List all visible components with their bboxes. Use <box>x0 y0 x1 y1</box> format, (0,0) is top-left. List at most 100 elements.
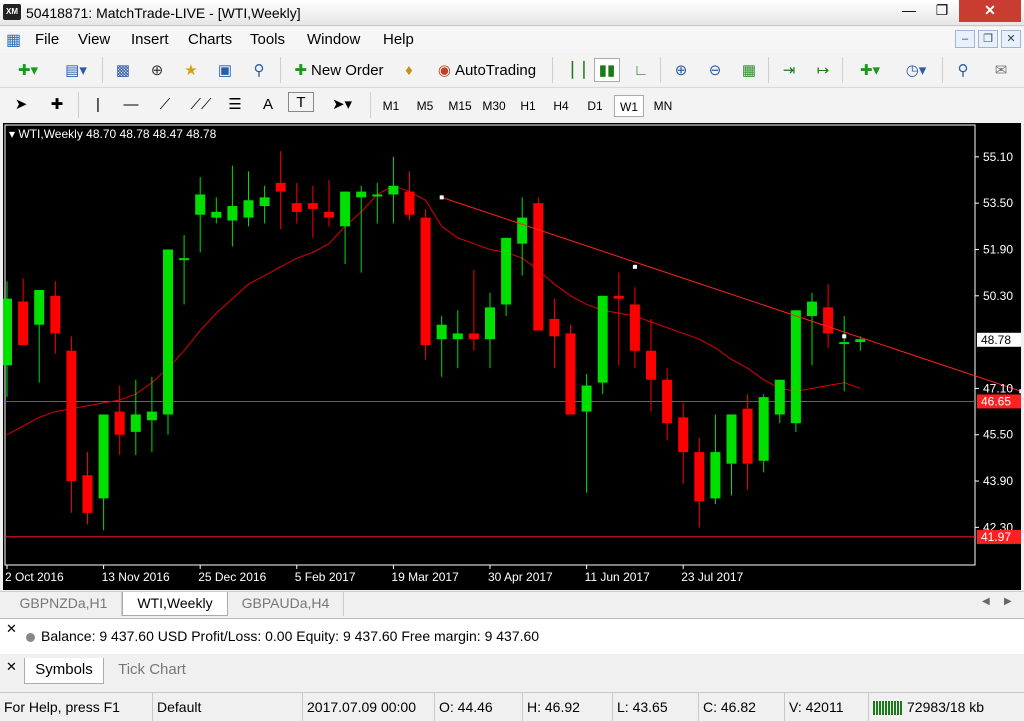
close-button[interactable]: ✕ <box>959 0 1021 22</box>
auto-scroll-icon[interactable]: ↦ <box>810 58 836 82</box>
timeframe-d1[interactable]: D1 <box>582 95 608 117</box>
app-logo-icon: XM <box>3 4 21 20</box>
candle-body <box>163 249 173 415</box>
balance-status-icon <box>26 632 35 642</box>
arrows-icon[interactable]: ➤▾ <box>322 92 362 116</box>
horizontal-line-icon[interactable]: — <box>118 92 144 116</box>
new-order-button[interactable]: ✚ New Order <box>288 58 390 82</box>
candle-body <box>758 397 769 461</box>
date-tick-label: 30 Apr 2017 <box>488 570 553 584</box>
periods-clock-icon[interactable]: ◷▾ <box>896 58 936 82</box>
chart-shift-icon[interactable]: ⇥ <box>776 58 802 82</box>
menu-charts[interactable]: Charts <box>188 31 232 48</box>
autotrading-button[interactable]: ◉ AutoTrading <box>430 58 544 82</box>
timeframe-h1[interactable]: H1 <box>515 95 541 117</box>
chat-icon[interactable]: ✉ <box>986 58 1016 82</box>
tab-tick-chart[interactable]: Tick Chart <box>108 658 196 684</box>
new-chart-icon[interactable]: ✚▾ <box>8 58 48 82</box>
date-tick-label: 13 Nov 2016 <box>102 570 170 584</box>
candle-body <box>66 350 77 482</box>
candle-body <box>726 414 737 464</box>
zoom-out-icon[interactable]: ⊖ <box>702 58 728 82</box>
profiles-icon[interactable]: ▤▾ <box>56 58 96 82</box>
candle-body <box>613 295 624 299</box>
terminal-close-icon[interactable]: ✕ <box>6 621 17 637</box>
navigator-close-icon[interactable]: ✕ <box>6 659 17 675</box>
timeframe-m5[interactable]: M5 <box>412 95 438 117</box>
navigator-star-icon[interactable]: ★ <box>178 58 204 82</box>
status-high: H: 46.92 <box>522 693 610 721</box>
menu-tools[interactable]: Tools <box>250 31 285 48</box>
child-restore-button[interactable]: ❐ <box>978 30 998 48</box>
tab-scroll-left-icon[interactable]: ◀ <box>982 596 990 607</box>
tab-wti-weekly[interactable]: WTI,Weekly <box>122 592 228 616</box>
candle-body <box>275 182 286 192</box>
candlestick-chart-icon[interactable]: ▮▮ <box>594 58 620 82</box>
timeframe-m30[interactable]: M30 <box>479 95 509 117</box>
text-tool-icon[interactable]: A <box>256 92 280 116</box>
maximize-button[interactable]: ❐ <box>925 0 959 22</box>
tab-symbols[interactable]: Symbols <box>24 658 104 684</box>
bar-chart-icon[interactable]: ▕▕ <box>560 58 586 82</box>
crosshair-icon[interactable]: ✚ <box>42 92 72 116</box>
vertical-line-icon[interactable]: | <box>86 92 110 116</box>
timeframe-w1[interactable]: W1 <box>614 95 644 117</box>
price-tick-label: 53.50 <box>983 196 1013 210</box>
text-label-icon[interactable]: T <box>288 92 314 112</box>
date-tick-label: 23 Jul 2017 <box>681 570 743 584</box>
candle-body <box>146 411 157 421</box>
fibonacci-icon[interactable]: ☰ <box>222 92 248 116</box>
candle-body <box>179 258 190 261</box>
candle-body <box>307 203 318 209</box>
indicators-icon[interactable]: ✚▾ <box>850 58 890 82</box>
moving-average-line <box>6 185 861 436</box>
candle-body <box>227 206 238 221</box>
equidistant-channel-icon[interactable]: ⟋⟋ <box>186 92 216 116</box>
trendline-anchor <box>842 334 847 339</box>
child-close-button[interactable]: ✕ <box>1001 30 1021 48</box>
trendline-icon[interactable]: ⟋ <box>152 92 178 116</box>
candle-body <box>549 318 560 337</box>
tab-scroll-right-icon[interactable]: ▶ <box>1004 596 1012 607</box>
status-profile[interactable]: Default <box>152 693 300 721</box>
zoom-in-icon[interactable]: ⊕ <box>668 58 694 82</box>
child-minimize-button[interactable]: – <box>955 30 975 48</box>
strategy-tester-icon[interactable]: ⚲ <box>246 58 272 82</box>
tab-gbpnzda-h1[interactable]: GBPNZDa,H1 <box>6 592 122 616</box>
candlestick-chart[interactable]: 55.1053.5051.9050.3047.1045.5043.9042.30… <box>3 123 1021 590</box>
chart-tabs: GBPNZDa,H1 WTI,Weekly GBPAUDa,H4 ◀ ▶ <box>0 591 1024 616</box>
tab-gbpauda-h4[interactable]: GBPAUDa,H4 <box>228 592 344 616</box>
chart-window-icon[interactable]: ▦ <box>6 30 26 49</box>
menu-window[interactable]: Window <box>307 31 360 48</box>
menu-file[interactable]: File <box>35 31 59 48</box>
new-order-label: New Order <box>311 61 384 79</box>
candle-body <box>340 191 351 227</box>
timeframe-m1[interactable]: M1 <box>378 95 404 117</box>
search-icon[interactable]: ⚲ <box>950 58 976 82</box>
candle-body <box>678 417 689 453</box>
tile-windows-icon[interactable]: ▦ <box>736 58 762 82</box>
candle-body <box>356 191 367 198</box>
chart-collapse-icon[interactable]: ▾ <box>9 127 15 141</box>
market-watch-icon[interactable]: ▩ <box>110 58 136 82</box>
terminal-icon[interactable]: ▣ <box>212 58 238 82</box>
cursor-icon[interactable]: ➤ <box>8 92 34 116</box>
timeframe-mn[interactable]: MN <box>649 95 677 117</box>
drawing-toolbar: ➤ ✚ | — ⟋ ⟋⟋ ☰ A T ➤▾ <box>0 87 1024 121</box>
timeframe-h4[interactable]: H4 <box>548 95 574 117</box>
menu-insert[interactable]: Insert <box>131 31 169 48</box>
crosshair-navigator-icon[interactable]: ⊕ <box>144 58 170 82</box>
candle-body <box>597 295 608 383</box>
line-chart-icon[interactable]: ∟ <box>628 58 654 82</box>
autotrading-label: AutoTrading <box>454 61 537 79</box>
metaeditor-icon[interactable]: ♦ <box>396 58 422 82</box>
minimize-button[interactable]: — <box>893 0 925 22</box>
menu-help[interactable]: Help <box>383 31 414 48</box>
candle-body <box>114 411 125 435</box>
timeframe-m15[interactable]: M15 <box>445 95 475 117</box>
chart-area[interactable]: 55.10 53.50 51.90 50.30 47.10 45.50 43.90 42.30… <box>3 123 1021 590</box>
menu-view[interactable]: View <box>78 31 110 48</box>
status-connection[interactable]: 72983/18 kb <box>868 693 1024 721</box>
date-tick-label: 5 Feb 2017 <box>295 570 356 584</box>
candle-body <box>404 191 415 215</box>
